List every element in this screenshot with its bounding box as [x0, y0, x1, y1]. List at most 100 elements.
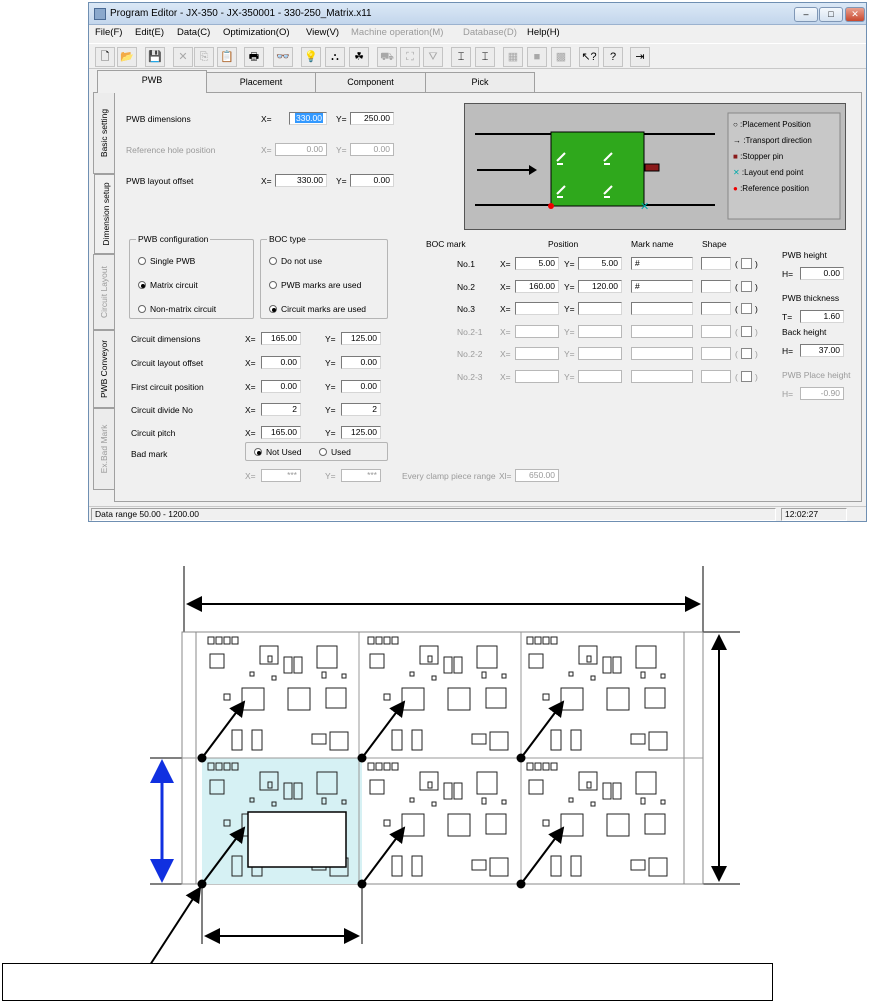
boc-row-y-input[interactable] [578, 302, 622, 315]
radio-single-pwb[interactable]: Single PWB [138, 256, 195, 266]
align1-icon[interactable]: ⌶ [451, 47, 471, 67]
boc-row-x-input[interactable] [515, 324, 559, 338]
boc-row-x-input[interactable]: 160.00 [515, 279, 559, 293]
sidetab-circuit-layout[interactable]: Circuit Layout [93, 254, 115, 330]
menu-view[interactable]: View(V) [306, 27, 339, 38]
machine2-icon[interactable]: ⛶ [400, 47, 420, 67]
boc-row-x-input[interactable] [515, 302, 559, 315]
boc-row-shape-input[interactable] [701, 347, 731, 360]
sidetab-pwb-conveyor[interactable]: PWB Conveyor [93, 330, 115, 408]
boc-row-shape-input[interactable] [701, 369, 731, 383]
pwb-place-height-input[interactable]: -0.90 [800, 387, 844, 400]
boc-row-mark-name-input[interactable]: # [631, 279, 693, 293]
teach-icon[interactable]: ⛬ [325, 47, 345, 67]
boc-row-shape-input[interactable] [701, 324, 731, 338]
boc-row-mark-name-input[interactable] [631, 302, 693, 315]
align2-icon[interactable]: ⌶ [475, 47, 495, 67]
radio-used[interactable]: Used [319, 447, 351, 457]
boc-row-checkbox[interactable] [741, 303, 752, 314]
menu-help[interactable]: Help(H) [527, 27, 560, 38]
circuit-dimensions-y-input[interactable]: 125.00 [341, 332, 381, 345]
whatsthis-icon[interactable]: ↖? [579, 47, 599, 67]
print-icon[interactable]: 🖶 [244, 47, 264, 67]
circuit-pitch-x-input[interactable]: 165.00 [261, 426, 301, 439]
new-icon[interactable]: 🗋 [95, 47, 115, 67]
pwb-dim-y-input[interactable]: 250.00 [350, 112, 394, 125]
tab-pick[interactable]: Pick [425, 72, 535, 92]
back-height-input[interactable]: 37.00 [800, 344, 844, 357]
circuit-first-position-y-input[interactable]: 0.00 [341, 380, 381, 393]
menu-database[interactable]: Database(D) [463, 27, 517, 38]
boc-row-y-input[interactable]: 5.00 [578, 257, 622, 270]
pwb-thickness-input[interactable]: 1.60 [800, 310, 844, 323]
pwb-dim-x-input[interactable]: 330.00 [289, 112, 327, 125]
find-icon[interactable]: 👓 [273, 47, 293, 67]
circuit-divide-no-x-input[interactable]: 2 [261, 403, 301, 416]
circuit-divide-no-y-input[interactable]: 2 [341, 403, 381, 416]
boc-row-checkbox[interactable] [741, 280, 752, 292]
boc-row-mark-name-input[interactable] [631, 347, 693, 360]
radio-pwb-marks[interactable]: PWB marks are used [269, 280, 361, 290]
title-bar[interactable]: Program Editor - JX-350 - JX-350001 - 33… [89, 3, 866, 25]
block1-icon[interactable]: ▦ [503, 47, 523, 67]
boc-row-shape-input[interactable] [701, 302, 731, 315]
boc-row-mark-name-input[interactable] [631, 324, 693, 338]
boc-row-x-input[interactable] [515, 347, 559, 360]
machine1-icon[interactable]: ⛟ [377, 47, 397, 67]
ref-hole-x-input[interactable]: 0.00 [275, 143, 327, 156]
boc-row-checkbox[interactable] [741, 258, 752, 269]
help-icon[interactable]: ? [603, 47, 623, 67]
boc-row-y-input[interactable] [578, 347, 622, 360]
maximize-button[interactable]: □ [819, 7, 843, 22]
cut-icon[interactable]: ✕ [173, 47, 193, 67]
menu-data[interactable]: Data(C) [177, 27, 210, 38]
clamp-range-input[interactable]: 650.00 [515, 469, 559, 482]
sidetab-ex-bad-mark[interactable]: Ex.Bad Mark [93, 408, 115, 490]
menu-machine-operation[interactable]: Machine operation(M) [351, 27, 443, 38]
component-icon[interactable]: ☘ [349, 47, 369, 67]
radio-not-used[interactable]: Not Used [254, 447, 301, 457]
circuit-first-position-x-input[interactable]: 0.00 [261, 380, 301, 393]
boc-row-mark-name-input[interactable] [631, 369, 693, 383]
menu-optimization[interactable]: Optimization(O) [223, 27, 290, 38]
boc-row-x-input[interactable]: 5.00 [515, 257, 559, 270]
boc-row-y-input[interactable] [578, 369, 622, 383]
radio-circuit-marks[interactable]: Circuit marks are used [269, 304, 366, 314]
boc-row-mark-name-input[interactable]: # [631, 257, 693, 270]
circuit-pitch-y-input[interactable]: 125.00 [341, 426, 381, 439]
paste-icon[interactable]: 📋 [217, 47, 237, 67]
save-icon[interactable]: 💾 [145, 47, 165, 67]
circuit-dimensions-x-input[interactable]: 165.00 [261, 332, 301, 345]
copy-icon[interactable]: ⎘ [194, 47, 214, 67]
close-button[interactable]: ✕ [845, 7, 865, 22]
menu-file[interactable]: File(F) [95, 27, 122, 38]
sidetab-basic-setting[interactable]: Basic setting [93, 92, 115, 174]
tab-pwb[interactable]: PWB [97, 70, 207, 93]
boc-row-y-input[interactable] [578, 324, 622, 338]
layout-offset-x-input[interactable]: 330.00 [275, 174, 327, 187]
tab-component[interactable]: Component [315, 72, 426, 92]
block2-icon[interactable]: ■ [527, 47, 547, 67]
open-icon[interactable]: 📂 [117, 47, 137, 67]
boc-row-x-input[interactable] [515, 369, 559, 383]
menu-edit[interactable]: Edit(E) [135, 27, 164, 38]
circuit-layout-offset-y-input[interactable]: 0.00 [341, 356, 381, 369]
bad-mark-x-input[interactable]: *** [261, 469, 301, 482]
radio-matrix-circuit[interactable]: Matrix circuit [138, 280, 198, 290]
radio-non-matrix-circuit[interactable]: Non-matrix circuit [138, 304, 216, 314]
layout-offset-y-input[interactable]: 0.00 [350, 174, 394, 187]
boc-row-y-input[interactable]: 120.00 [578, 279, 622, 293]
tab-placement[interactable]: Placement [206, 72, 316, 92]
circuit-layout-offset-x-input[interactable]: 0.00 [261, 356, 301, 369]
boc-row-shape-input[interactable] [701, 257, 731, 270]
bad-mark-y-input[interactable]: *** [341, 469, 381, 482]
boc-row-checkbox[interactable] [741, 370, 752, 382]
block3-icon[interactable]: ▩ [551, 47, 571, 67]
boc-row-checkbox[interactable] [741, 348, 752, 359]
boc-row-shape-input[interactable] [701, 279, 731, 293]
light-icon[interactable]: 💡 [301, 47, 321, 67]
pwb-height-input[interactable]: 0.00 [800, 267, 844, 280]
ref-hole-y-input[interactable]: 0.00 [350, 143, 394, 156]
radio-do-not-use[interactable]: Do not use [269, 256, 322, 266]
minimize-button[interactable]: – [794, 7, 818, 22]
